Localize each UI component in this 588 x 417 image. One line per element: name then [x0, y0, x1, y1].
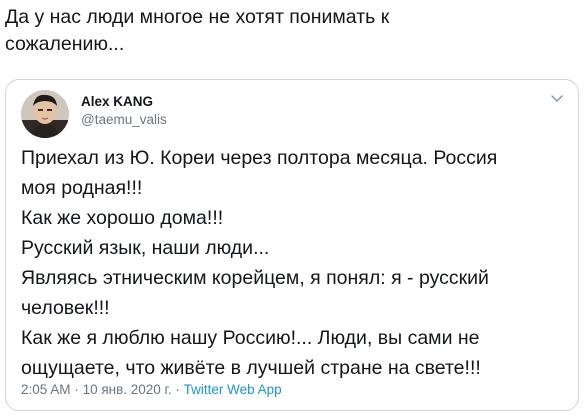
tweet-text-line: ощущаете, что живёте в лучшей стране на …: [21, 357, 481, 379]
author-name[interactable]: Alex KANG: [81, 94, 153, 109]
tweet-meta: 2:05 AM · 10 янв. 2020 г. · Twitter Web …: [21, 382, 282, 397]
tweet-time[interactable]: 2:05 AM: [21, 382, 71, 397]
tweet-text-line: Являясь этническим корейцем, я понял: я …: [21, 267, 489, 289]
post-caption: Да у нас люди многое не хотят понимать к…: [5, 6, 390, 55]
chevron-down-icon: [551, 95, 563, 102]
meta-separator: ·: [74, 382, 79, 397]
tweet-source-link[interactable]: Twitter Web App: [184, 382, 282, 397]
page: Да у нас люди многое не хотят понимать к…: [0, 0, 588, 417]
tweet-date[interactable]: 10 янв. 2020 г.: [83, 382, 172, 397]
tweet-text-line: моя родная!!!: [21, 177, 143, 199]
tweet-text-line: Приехал из Ю. Кореи через полтора месяца…: [21, 147, 498, 169]
author-handle[interactable]: @taemu_valis: [81, 112, 167, 127]
tweet-text: Приехал из Ю. Кореи через полтора месяца…: [21, 143, 566, 383]
avatar-photo: [21, 90, 69, 138]
embedded-tweet-card[interactable]: Alex KANG @taemu_valis Приехал из Ю. Кор…: [5, 79, 579, 411]
author-avatar[interactable]: [21, 90, 69, 138]
tweet-menu-button[interactable]: [548, 90, 566, 108]
tweet-text-line: Русский язык, наши люди...: [21, 237, 270, 259]
tweet-text-line: Как же я люблю нашу Россию!... Люди, вы …: [21, 327, 480, 349]
tweet-text-line: Как же хорошо дома!!!: [21, 207, 224, 229]
meta-separator: ·: [175, 382, 180, 397]
tweet-text-line: человек!!!: [21, 297, 110, 319]
